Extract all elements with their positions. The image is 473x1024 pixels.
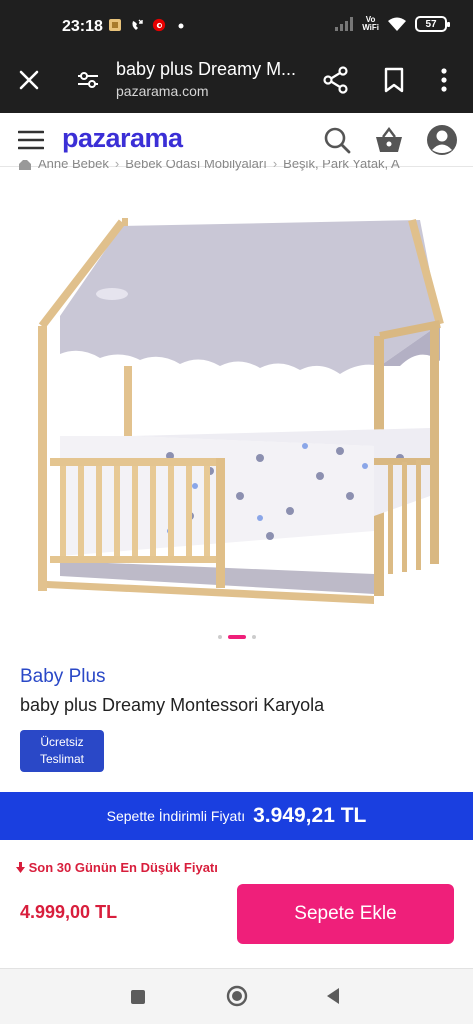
gallery-dots [0, 632, 473, 642]
purchase-panel: Son 30 Günün En Düşük Fiyatı 4.999,00 TL… [0, 840, 473, 968]
lowest-price-text: Son 30 Günün En Düşük Fiyatı [28, 860, 218, 875]
lowest-price-label: Son 30 Günün En Düşük Fiyatı [16, 860, 218, 875]
system-nav-bar [0, 968, 473, 1024]
vowifi-label: Vo WiFi [362, 16, 379, 32]
tune-icon[interactable] [74, 66, 102, 94]
cart-price-banner: Sepette İndirimli Fiyatı 3.949,21 TL [0, 792, 473, 840]
cart-price-label: Sepette İndirimli Fiyatı [106, 808, 246, 824]
status-system: Vo WiFi 57 [334, 16, 450, 32]
breadcrumb-item[interactable]: Anne Bebek [38, 160, 109, 171]
battery-icon: 57 [415, 16, 450, 32]
dot-icon [178, 23, 184, 29]
screen: 23:18 Vo WiFi 57 baby plus Dreamy M... pa… [0, 0, 473, 1024]
product-name: baby plus Dreamy Montessori Karyola [20, 695, 325, 715]
badge-line2: Teslimat [39, 752, 84, 766]
site-logo[interactable]: pazarama [62, 123, 183, 154]
browser-toolbar: baby plus Dreamy M... pazarama.com [0, 52, 473, 113]
share-icon[interactable] [322, 65, 350, 95]
breadcrumb-track: Anne Bebek › Bebek Odası Mobilyaları › B… [18, 160, 400, 171]
breadcrumb-item[interactable]: Beşik, Park Yatak, A [283, 160, 400, 171]
status-notifications [108, 17, 188, 33]
gallery-dot-active[interactable] [227, 635, 246, 639]
vowifi-line2: WiFi [362, 23, 379, 32]
more-vert-icon[interactable] [432, 65, 456, 95]
chevron-right-icon: › [272, 160, 278, 171]
badge-line1: Ücretsiz [40, 735, 84, 749]
vodafone-icon [152, 18, 166, 32]
site-header: pazarama [0, 113, 473, 167]
notification-icon [109, 19, 121, 31]
account-icon[interactable] [426, 124, 458, 156]
recents-icon[interactable] [131, 990, 145, 1004]
breadcrumb-item[interactable]: Bebek Odası Mobilyaları [125, 160, 267, 171]
free-shipping-badge: Ücretsiz Teslimat [20, 730, 104, 772]
gallery-dot[interactable] [217, 635, 222, 639]
close-icon[interactable] [14, 65, 44, 95]
site-logo-text: pazarama [62, 123, 183, 153]
status-bar: 23:18 Vo WiFi 57 [0, 0, 473, 52]
missed-call-icon [132, 19, 143, 30]
arrow-down-icon [16, 862, 25, 873]
page-domain[interactable]: pazarama.com [116, 83, 209, 99]
product-brand[interactable]: Baby Plus [20, 666, 106, 688]
signal-icon [335, 17, 354, 31]
cart-icon[interactable] [373, 125, 405, 155]
home-icon[interactable] [18, 160, 32, 171]
battery-level: 57 [425, 18, 437, 30]
status-time: 23:18 [62, 18, 103, 35]
back-icon[interactable] [325, 986, 341, 1006]
old-price: 4.999,00 TL [20, 902, 118, 922]
bookmark-icon[interactable] [380, 65, 408, 95]
home-icon[interactable] [226, 985, 248, 1007]
product-image[interactable] [20, 196, 454, 626]
page-title[interactable]: baby plus Dreamy M... [116, 59, 311, 80]
gallery-dot[interactable] [251, 635, 256, 639]
search-icon[interactable] [322, 125, 352, 155]
chevron-right-icon: › [114, 160, 120, 171]
menu-icon[interactable] [18, 129, 44, 151]
wifi-icon [388, 17, 406, 31]
breadcrumb: Anne Bebek › Bebek Odası Mobilyaları › B… [0, 160, 473, 178]
add-to-cart-button[interactable]: Sepete Ekle [237, 884, 454, 944]
cart-price: 3.949,21 TL [253, 804, 367, 827]
